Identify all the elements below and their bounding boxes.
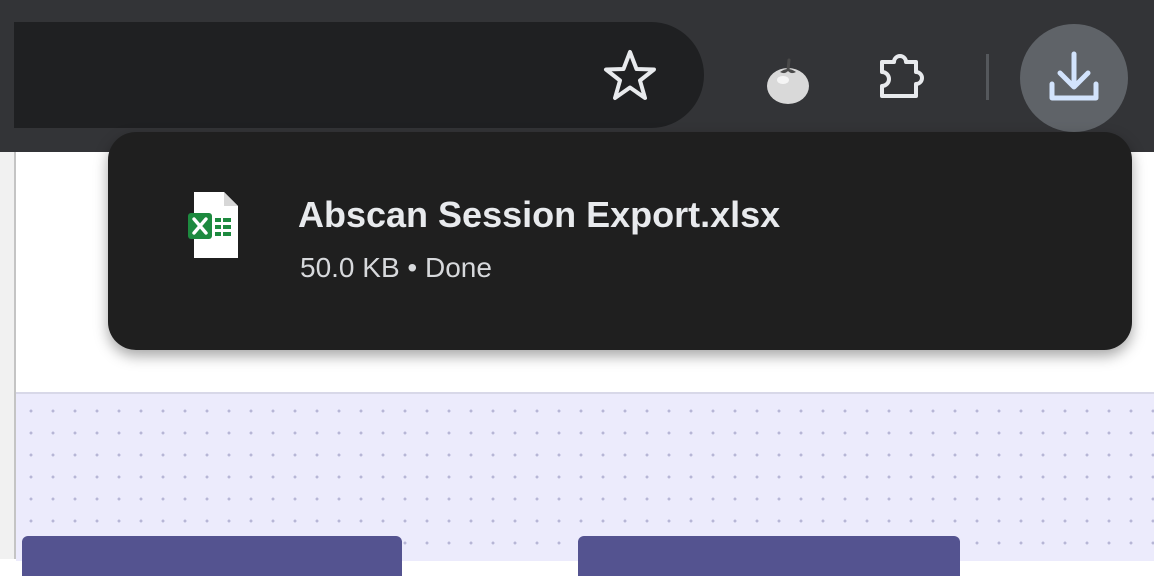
page-button-right[interactable]: [578, 536, 960, 576]
bookmark-star-button[interactable]: [598, 44, 662, 108]
tomato-extension-icon: [767, 58, 809, 104]
puzzle-extensions-icon: [880, 54, 924, 98]
excel-file-icon: [188, 192, 238, 258]
page-button-left[interactable]: [22, 536, 402, 576]
star-icon: [604, 50, 656, 100]
download-file-status: 50.0 KB • Done: [300, 252, 492, 283]
toolbar-divider: [986, 54, 989, 100]
downloads-button[interactable]: [1020, 24, 1128, 132]
download-item-icon[interactable]: [186, 190, 242, 260]
extensions-button[interactable]: [868, 44, 932, 108]
download-icon: [1049, 51, 1099, 101]
downloads-bubble: Abscan Session Export.xlsx 50.0 KB • Don…: [108, 132, 1132, 350]
download-file-name[interactable]: Abscan Session Export.xlsx: [298, 194, 780, 236]
tomato-extension-button[interactable]: [756, 50, 820, 114]
browser-toolbar: [0, 0, 1154, 152]
